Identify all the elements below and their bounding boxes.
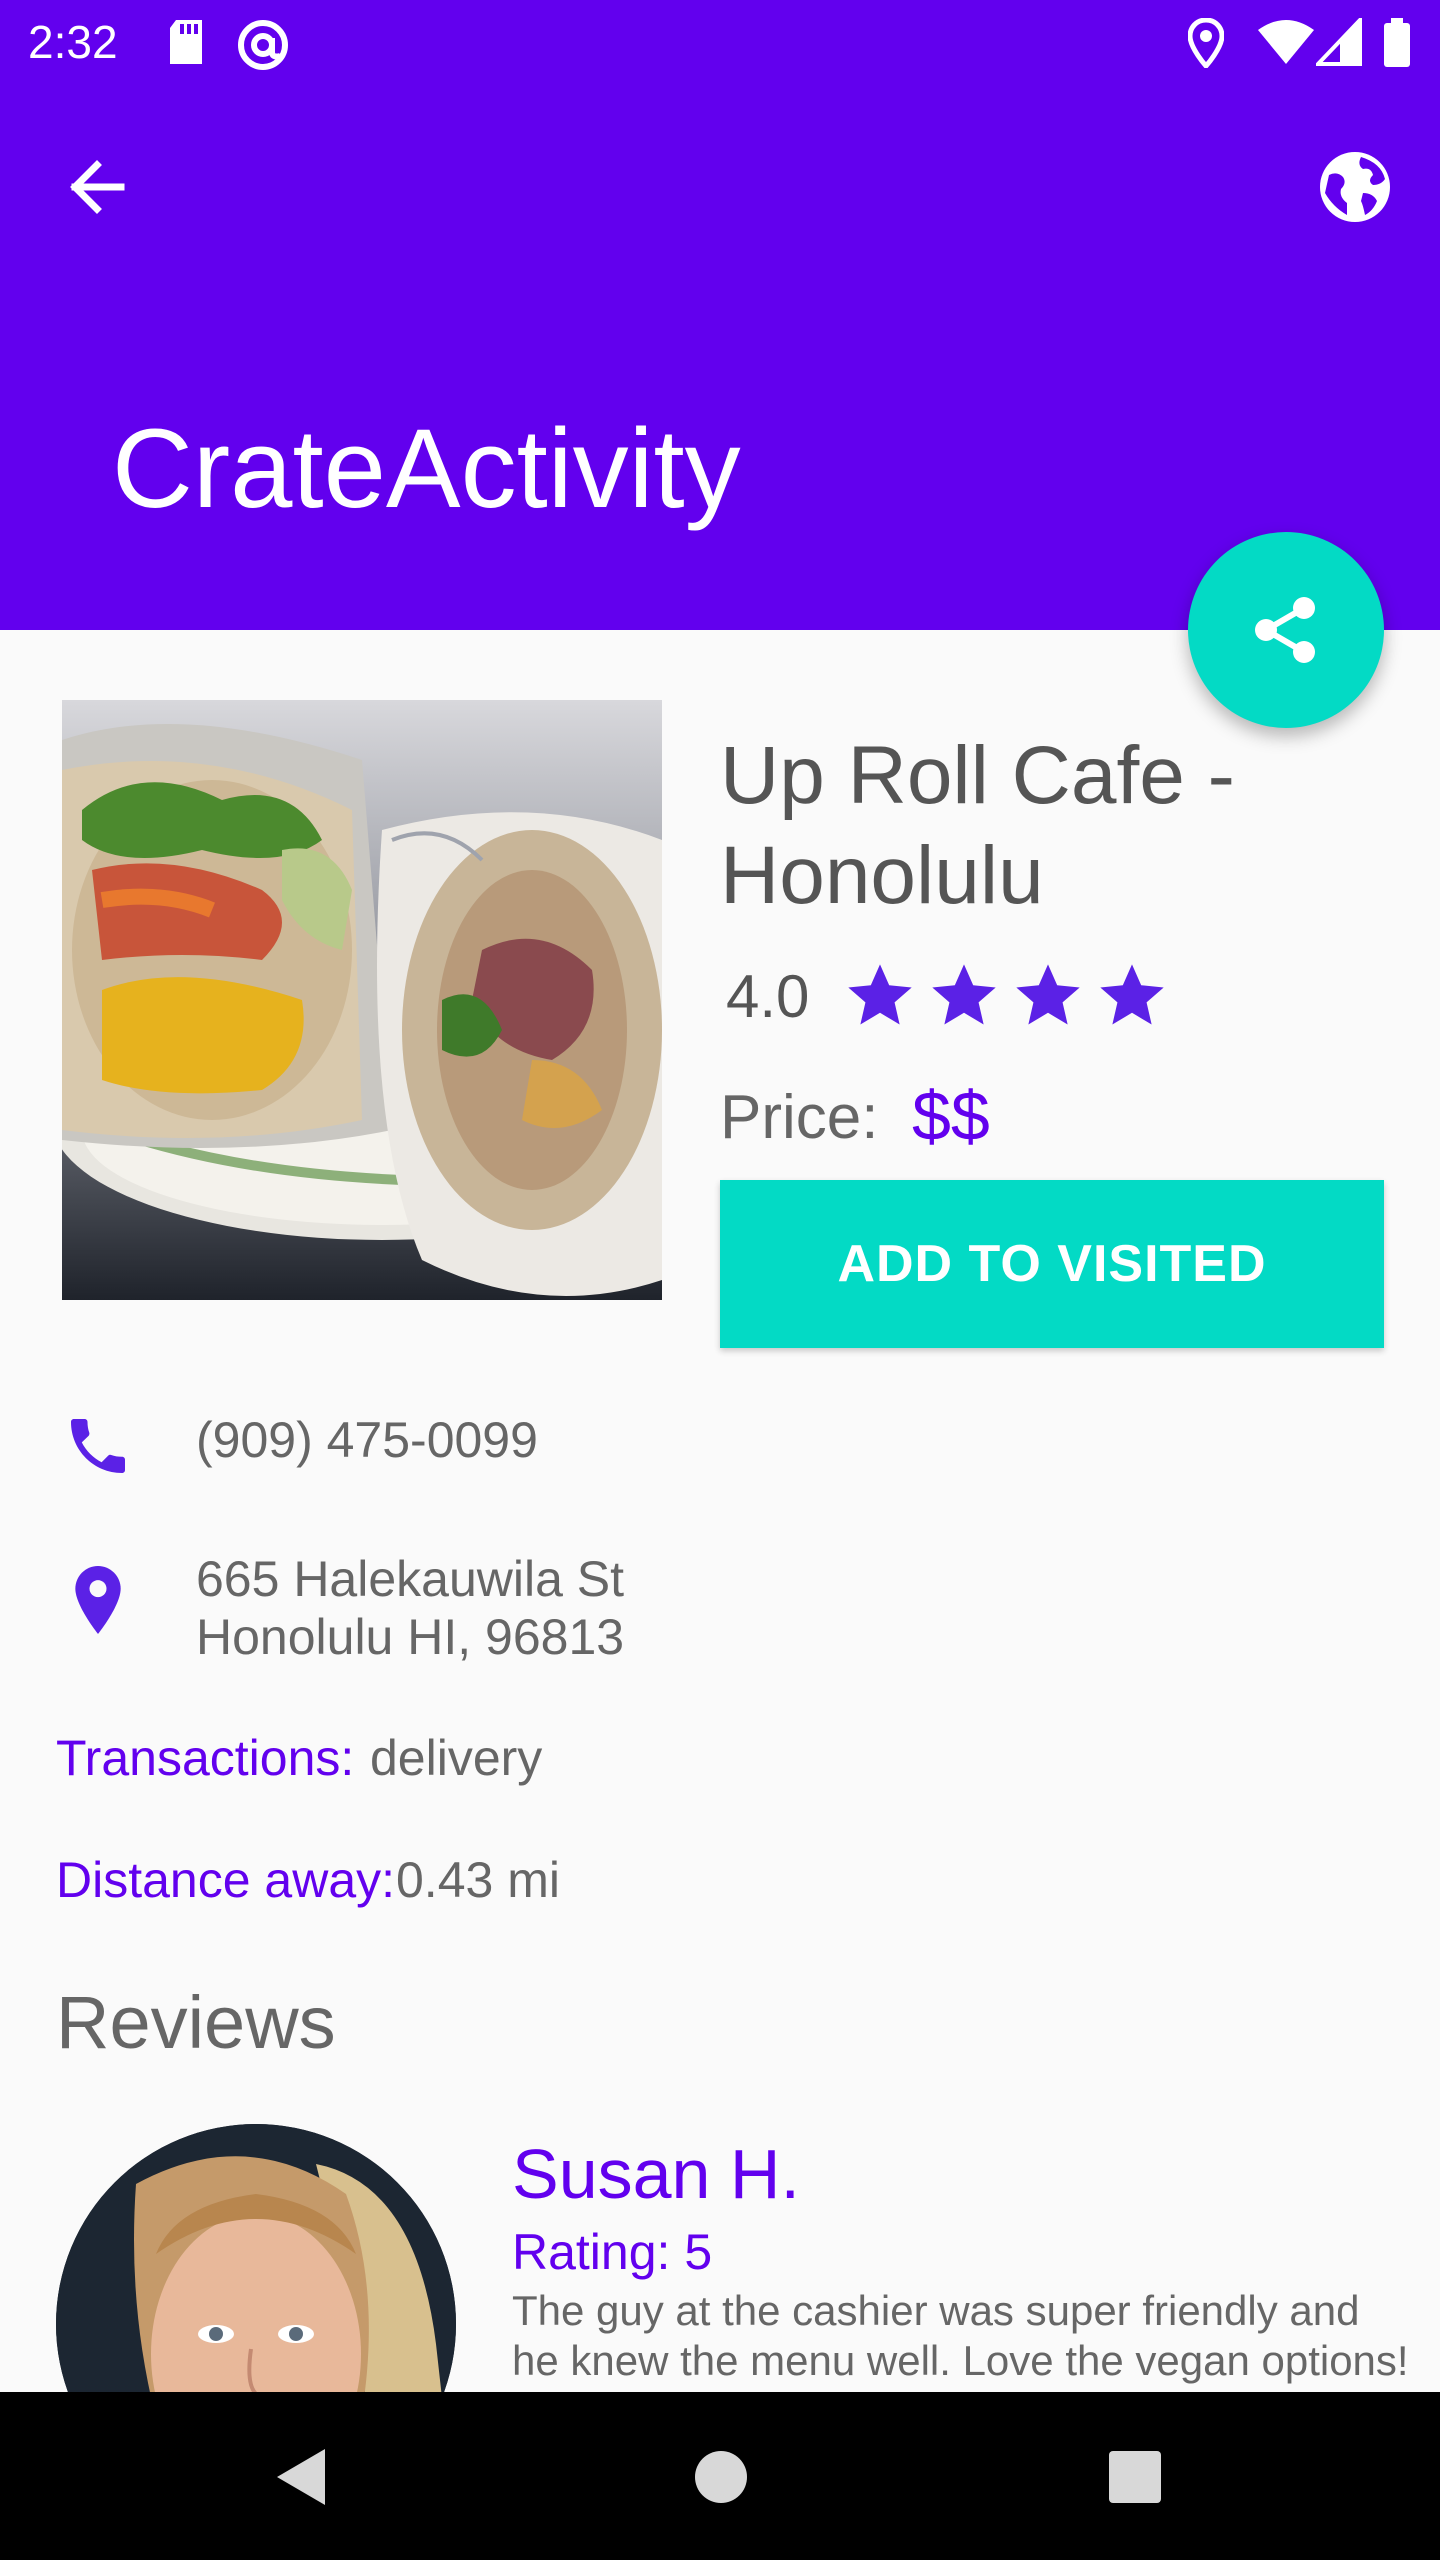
reviews-heading: Reviews (56, 1981, 336, 2064)
rating-value: 4.0 (726, 963, 810, 1030)
location-status-icon (1188, 18, 1224, 68)
phone-icon (71, 1419, 125, 1473)
address-line-2: Honolulu HI, 96813 (196, 1609, 625, 1665)
battery-icon (1384, 18, 1410, 67)
nav-recents-icon (1109, 2451, 1161, 2503)
globe-icon (1320, 152, 1390, 222)
nav-home-button[interactable] (676, 2432, 766, 2522)
sd-card-icon (170, 20, 202, 64)
price-value: $$ (912, 1077, 990, 1155)
business-photo (62, 700, 662, 1300)
add-to-visited-button[interactable]: ADD TO VISITED (720, 1180, 1384, 1348)
business-name: Up Roll Cafe - Honolulu (720, 730, 1235, 921)
address-line-1: 665 Halekauwila St (196, 1551, 625, 1607)
arrow-back-icon (70, 160, 125, 214)
rating-stars (842, 958, 1170, 1034)
page-title: CrateActivity (112, 406, 741, 531)
distance-label: Distance away: (56, 1852, 396, 1908)
system-nav-bar (0, 2392, 1440, 2560)
cell-signal-icon (1316, 18, 1362, 66)
wifi-icon (1258, 20, 1314, 64)
price-label: Price: (720, 1083, 879, 1152)
at-sign-icon (238, 20, 288, 70)
star-icon (1100, 964, 1164, 1025)
reviewer-name: Susan H. (512, 2135, 800, 2213)
transactions-value: delivery (370, 1730, 543, 1786)
star-icon (932, 964, 996, 1025)
back-button[interactable] (52, 142, 142, 232)
status-bar: 2:32 (0, 0, 1440, 84)
app-bar: CrateActivity (0, 84, 1440, 630)
nav-home-icon (695, 2451, 747, 2503)
burrito-photo-illustration (62, 700, 662, 1300)
nav-back-icon (277, 2449, 325, 2505)
nav-back-button[interactable] (256, 2432, 346, 2522)
share-icon (1255, 597, 1315, 663)
star-icon (1016, 964, 1080, 1025)
nav-recents-button[interactable] (1090, 2432, 1180, 2522)
website-button[interactable] (1310, 142, 1400, 232)
transactions-label: Transactions: (56, 1730, 355, 1786)
phone-number[interactable]: (909) 475-0099 (196, 1410, 538, 1470)
location-pin-icon (75, 1566, 121, 1634)
distance-value: 0.43 mi (396, 1852, 560, 1908)
share-button[interactable] (1188, 532, 1384, 728)
status-time: 2:32 (28, 16, 118, 68)
review-rating: Rating: 5 (512, 2224, 713, 2280)
review-text: The guy at the cashier was super friendl… (512, 2287, 1409, 2384)
star-icon (848, 964, 912, 1025)
